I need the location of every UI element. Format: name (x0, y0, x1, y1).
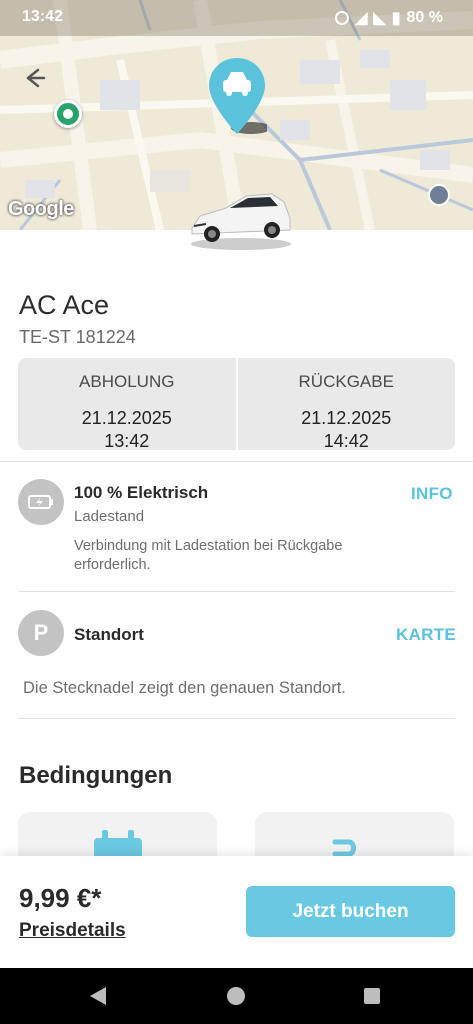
book-now-button[interactable]: Jetzt buchen (246, 886, 455, 937)
booking-footer: 9,99 €* Preisdetails Jetzt buchen (0, 856, 473, 968)
status-bar: 13:42 ◢ ◣ ▮ 80 % (0, 0, 473, 36)
charge-subtitle: Ladestand (74, 508, 145, 525)
divider (18, 591, 455, 592)
return-block[interactable]: RÜCKGABE 21.12.2025 14:42 (235, 358, 456, 451)
dnd-icon (335, 11, 350, 25)
price-details-link[interactable]: Preisdetails (19, 920, 126, 942)
pickup-label: ABHOLUNG (79, 372, 175, 391)
price: 9,99 €* (19, 883, 102, 913)
license-plate: TE-ST 181224 (19, 327, 136, 347)
pickup-date: 21.12.2025 (81, 408, 172, 428)
car-image (186, 188, 296, 252)
nav-home-icon[interactable] (227, 987, 245, 1005)
status-indicators: ◢ ◣ ▮ 80 % (335, 8, 443, 28)
nav-recents-icon[interactable] (364, 988, 380, 1004)
back-arrow-icon[interactable] (20, 64, 48, 92)
station-marker[interactable] (54, 100, 82, 128)
divider (18, 718, 455, 719)
return-label: RÜCKGABE (298, 372, 394, 391)
google-logo: Google (8, 198, 74, 220)
status-time: 13:42 (22, 8, 63, 25)
charge-info-link[interactable]: INFO (411, 484, 453, 504)
battery-icon (18, 479, 64, 525)
nav-back-icon[interactable] (90, 987, 106, 1005)
pickup-block[interactable]: ABHOLUNG 21.12.2025 13:42 (18, 358, 236, 451)
signal-icon: ◣ (373, 10, 386, 27)
location-note: Die Stecknadel zeigt den genauen Standor… (23, 679, 346, 697)
transit-icon (428, 184, 450, 206)
divider (0, 461, 473, 462)
car-location-pin[interactable] (207, 56, 267, 136)
return-date: 21.12.2025 (301, 408, 392, 428)
vehicle-name: AC Ace (19, 290, 110, 320)
system-nav-bar (0, 968, 473, 1024)
location-map-link[interactable]: KARTE (396, 625, 456, 645)
pickup-time: 13:42 (104, 431, 150, 451)
battery-percent: 80 % (406, 9, 443, 26)
location-title: Standort (74, 625, 144, 644)
booking-times: ABHOLUNG 21.12.2025 13:42 RÜCKGABE 21.12… (18, 358, 456, 451)
return-time: 14:42 (323, 431, 369, 451)
conditions-title: Bedingungen (19, 762, 173, 789)
charge-title: 100 % Elektrisch (74, 483, 209, 502)
battery-status-icon: ▮ (391, 10, 401, 27)
wifi-icon: ◢ (355, 10, 368, 27)
parking-icon: P (18, 610, 64, 656)
charge-note: Verbindung mit Ladestation bei Rückgabe … (74, 538, 343, 573)
